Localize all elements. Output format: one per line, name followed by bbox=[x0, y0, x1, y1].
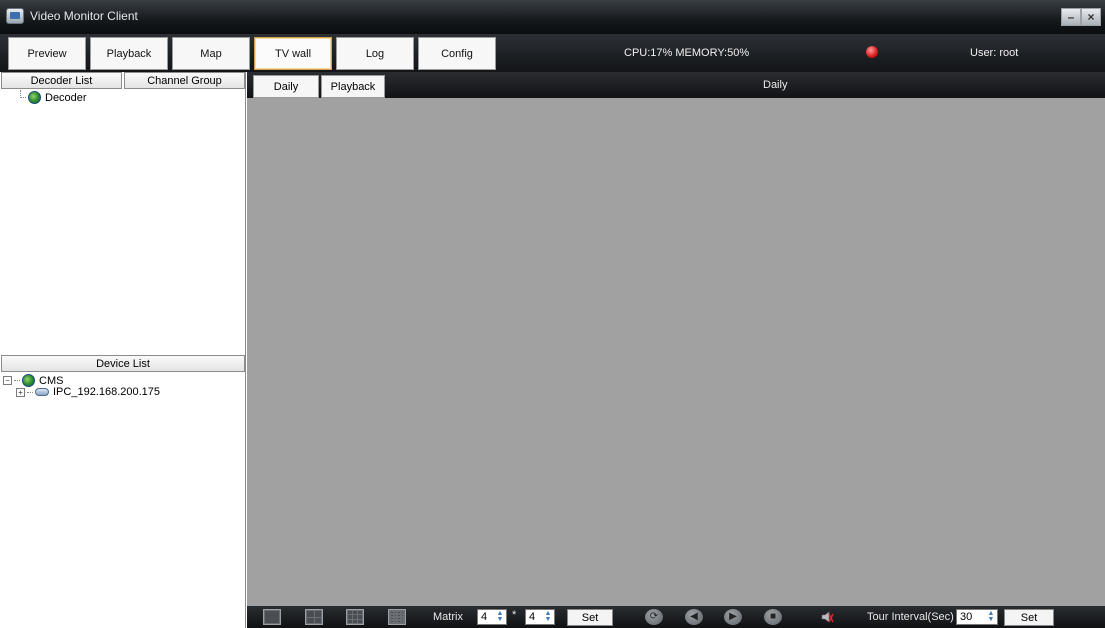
title-bar: Video Monitor Client – × bbox=[0, 0, 1105, 34]
menu-preview-button[interactable]: Preview bbox=[8, 37, 86, 70]
tab-playback[interactable]: Playback bbox=[321, 75, 385, 98]
current-user: User: root bbox=[970, 47, 1019, 59]
mode-label: Daily bbox=[763, 79, 788, 91]
stepper-arrows-icon[interactable]: ▲ ▼ bbox=[543, 610, 553, 623]
main-menu-bar: Preview Playback Map TV wall Log Config … bbox=[0, 34, 1105, 72]
menu-log-button[interactable]: Log bbox=[336, 37, 414, 70]
matrix-rows-stepper[interactable]: 4 ▲ ▼ bbox=[477, 609, 507, 625]
matrix-cols-stepper[interactable]: 4 ▲ ▼ bbox=[525, 609, 555, 625]
tab-decoder-list[interactable]: Decoder List bbox=[1, 72, 122, 89]
globe-icon bbox=[28, 91, 41, 104]
expand-toggle-icon[interactable]: + bbox=[16, 387, 25, 397]
menu-config-button[interactable]: Config bbox=[418, 37, 496, 70]
tree-item-label: IPC_192.168.200.175 bbox=[53, 386, 161, 398]
stepper-arrows-icon[interactable]: ▲ ▼ bbox=[495, 610, 505, 623]
tour-interval-label: Tour Interval(Sec) bbox=[867, 611, 954, 623]
window-title: Video Monitor Client bbox=[30, 9, 138, 23]
tree-item-ipc[interactable]: + IPC_192.168.200.175 bbox=[16, 386, 160, 398]
menu-map-button[interactable]: Map bbox=[172, 37, 250, 70]
tour-interval-value: 30 bbox=[960, 611, 973, 623]
tree-connector bbox=[14, 380, 20, 381]
next-icon[interactable]: ▶ bbox=[724, 609, 742, 625]
layout-16-icon[interactable] bbox=[388, 609, 406, 625]
device-list-header[interactable]: Device List bbox=[1, 355, 245, 372]
camera-icon bbox=[35, 388, 49, 396]
menu-tv-wall-button[interactable]: TV wall bbox=[254, 37, 332, 70]
tree-connector bbox=[27, 391, 33, 393]
matrix-separator: * bbox=[512, 609, 517, 621]
mute-icon[interactable] bbox=[820, 610, 834, 624]
matrix-label: Matrix bbox=[433, 611, 463, 623]
matrix-rows-value: 4 bbox=[481, 611, 488, 623]
video-wall-canvas[interactable] bbox=[247, 98, 1105, 606]
tv-wall-header: Daily Playback Daily bbox=[247, 72, 1105, 98]
tab-channel-group[interactable]: Channel Group bbox=[124, 72, 245, 89]
matrix-cols-value: 4 bbox=[529, 611, 536, 623]
layout-4-icon[interactable] bbox=[305, 609, 323, 625]
alarm-icon[interactable] bbox=[866, 46, 878, 58]
tv-wall-area: Daily Playback Daily Matrix 4 ▲ ▼ * 4 ▲ ▼ bbox=[247, 72, 1105, 628]
system-status: CPU:17% MEMORY:50% bbox=[624, 47, 750, 59]
tree-item-decoder[interactable]: Decoder bbox=[20, 91, 87, 104]
prev-icon[interactable]: ◀ bbox=[685, 609, 703, 625]
tree-connector bbox=[20, 97, 26, 98]
tour-set-button[interactable]: Set bbox=[1004, 609, 1054, 626]
tour-interval-stepper[interactable]: 30 ▲ ▼ bbox=[956, 609, 998, 625]
collapse-toggle-icon[interactable]: − bbox=[3, 376, 12, 385]
close-button[interactable]: × bbox=[1081, 8, 1101, 26]
refresh-icon[interactable]: ⟳ bbox=[645, 609, 663, 625]
window-controls: – × bbox=[1061, 8, 1101, 26]
app-icon bbox=[6, 8, 24, 24]
left-panel: Decoder List Channel Group Decoder Devic… bbox=[0, 72, 246, 628]
menu-playback-button[interactable]: Playback bbox=[90, 37, 168, 70]
minimize-button[interactable]: – bbox=[1061, 8, 1081, 26]
layout-9-icon[interactable] bbox=[346, 609, 364, 625]
tree-item-label: Decoder bbox=[45, 91, 87, 104]
stop-icon[interactable]: ■ bbox=[764, 609, 782, 625]
tv-wall-toolbar: Matrix 4 ▲ ▼ * 4 ▲ ▼ Set ⟳ ◀ ▶ ■ Tour Inte… bbox=[247, 606, 1105, 628]
stepper-arrows-icon[interactable]: ▲ ▼ bbox=[986, 610, 996, 623]
tree-item-label: CMS bbox=[39, 374, 64, 387]
layout-1-icon[interactable] bbox=[263, 609, 281, 625]
tab-daily[interactable]: Daily bbox=[253, 75, 319, 98]
matrix-set-button[interactable]: Set bbox=[567, 609, 613, 626]
